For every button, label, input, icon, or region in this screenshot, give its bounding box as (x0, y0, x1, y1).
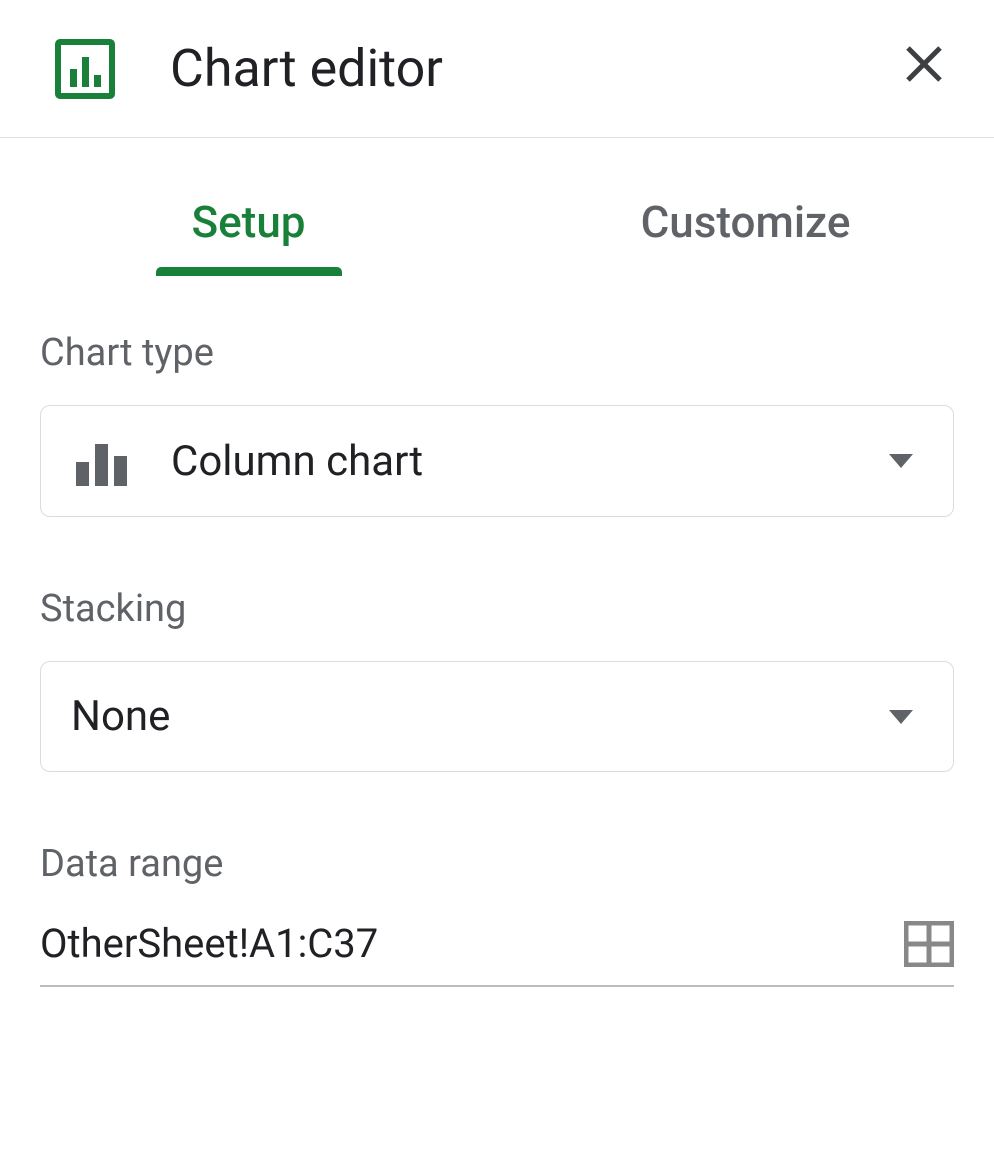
panel-header: Chart editor (0, 0, 994, 138)
tab-customize[interactable]: Customize (497, 178, 994, 266)
chart-type-value: Column chart (171, 437, 889, 486)
stacking-label: Stacking (40, 587, 954, 631)
caret-down-icon (889, 454, 913, 468)
stacking-value: None (71, 692, 889, 741)
column-chart-icon (71, 436, 131, 486)
tabs: Setup Customize (0, 138, 994, 266)
caret-down-icon (889, 710, 913, 724)
chart-editor-icon (55, 39, 115, 99)
stacking-select[interactable]: None (40, 661, 954, 772)
chart-type-select[interactable]: Column chart (40, 405, 954, 517)
data-range-row: OtherSheet!A1:C37 (40, 916, 954, 987)
panel-title: Chart editor (170, 38, 894, 99)
data-range-label: Data range (40, 842, 954, 886)
close-button[interactable] (894, 42, 954, 96)
tab-setup[interactable]: Setup (0, 178, 497, 266)
select-range-button[interactable] (904, 921, 954, 967)
chart-type-label: Chart type (40, 331, 954, 375)
setup-panel: Chart type Column chart Stacking None Da… (0, 266, 994, 987)
data-range-input[interactable]: OtherSheet!A1:C37 (40, 920, 904, 967)
